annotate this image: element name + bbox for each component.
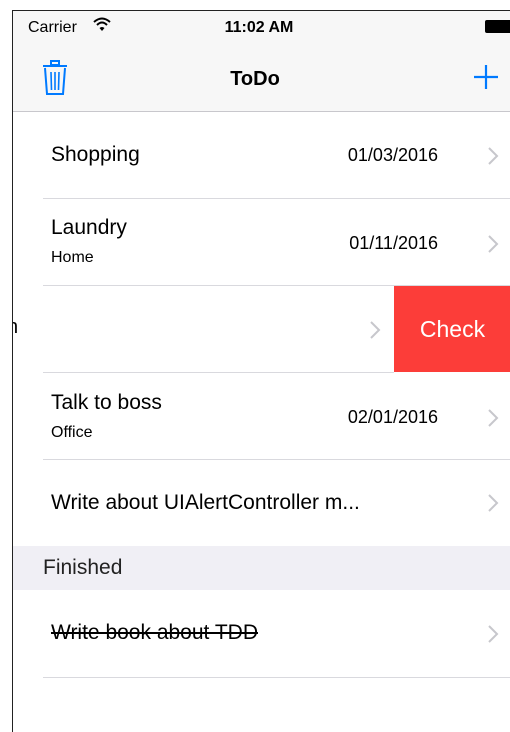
section-header-finished: Finished xyxy=(13,546,510,590)
plus-icon[interactable] xyxy=(473,64,499,90)
page-title: ToDo xyxy=(230,68,280,90)
todo-row[interactable]: Write about UIAlertController m... xyxy=(13,460,510,546)
todo-title: h xyxy=(13,316,18,339)
chevron-right-icon xyxy=(488,147,499,165)
todo-location: Office xyxy=(51,424,93,441)
todo-row[interactable]: Talk to boss Office 02/01/2016 xyxy=(13,373,510,460)
chevron-right-icon xyxy=(488,494,499,512)
todo-title: Write about UIAlertController m... xyxy=(51,491,360,514)
section-header-label: Finished xyxy=(43,556,123,579)
status-bar: Carrier 11:02 AM xyxy=(13,11,510,48)
todo-date: 01/03/2016 xyxy=(347,145,438,165)
chevron-right-icon xyxy=(488,409,499,427)
todo-row[interactable]: Laundry Home 01/11/2016 xyxy=(13,199,510,286)
app-screen: Carrier 11:02 AM ToDo Shopping 01/03/201… xyxy=(12,10,510,732)
battery-icon xyxy=(485,20,510,33)
finished-row[interactable]: Write book about TDD xyxy=(13,590,510,678)
chevron-right-icon xyxy=(488,625,499,643)
todo-title: Laundry xyxy=(51,216,127,239)
todo-row-swiped[interactable]: h Check xyxy=(13,286,510,373)
status-time: 11:02 AM xyxy=(224,19,294,36)
check-action-button[interactable]: Check xyxy=(394,286,510,372)
chevron-right-icon xyxy=(488,235,499,253)
finished-todo-title: Write book about TDD xyxy=(51,621,258,644)
row-separator xyxy=(43,677,510,678)
todo-title: Talk to boss xyxy=(51,391,162,414)
todo-date: 02/01/2016 xyxy=(347,407,438,427)
chevron-right-icon xyxy=(370,321,381,339)
todo-date: 01/11/2016 xyxy=(349,233,438,253)
navigation-bar: ToDo xyxy=(13,48,510,112)
todo-row[interactable]: Shopping 01/03/2016 xyxy=(13,112,510,199)
todo-title: Shopping xyxy=(51,143,140,166)
todo-location: Home xyxy=(51,249,94,266)
